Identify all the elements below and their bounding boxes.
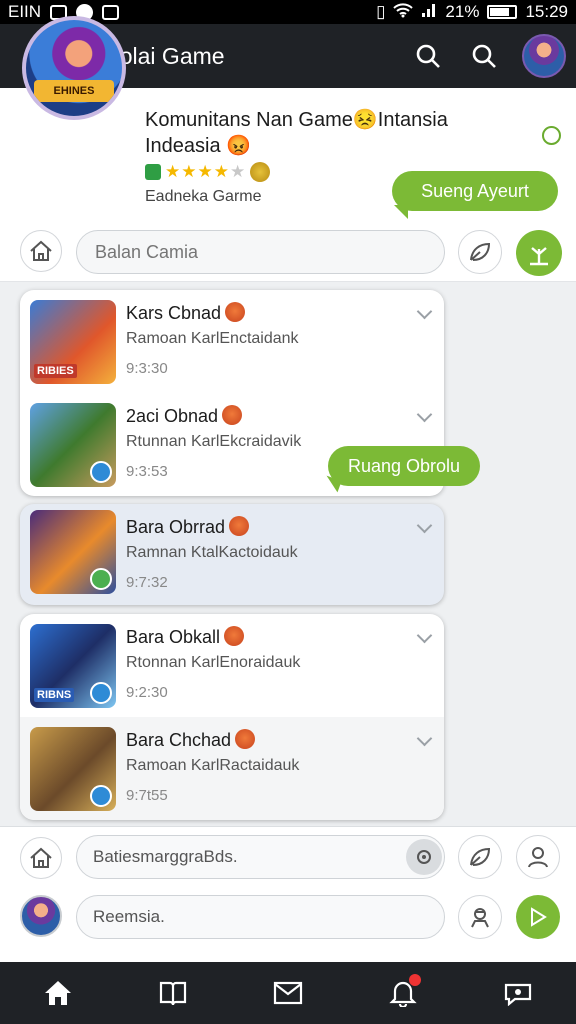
rating-stars: ★ ★ ★ ★ ★	[145, 162, 271, 182]
chat-thumbnail: RIBNS	[30, 624, 116, 708]
star-icon-empty: ★	[230, 162, 246, 181]
chevron-down-icon[interactable]	[416, 517, 433, 534]
chat-name: Bara Obkall	[126, 626, 245, 648]
sticker-button[interactable]	[458, 230, 502, 274]
chat-message: Ramoan KarlRactaidauk	[126, 757, 300, 774]
chat-message: Rtunnan KarlEkcraidavik	[126, 433, 302, 450]
chat-name: Bara Chchad	[126, 729, 256, 751]
chevron-down-icon[interactable]	[416, 730, 433, 747]
plant-button[interactable]	[516, 230, 562, 276]
emoji-icon	[229, 516, 250, 536]
search-icon-secondary[interactable]	[456, 24, 512, 88]
reply-input[interactable]	[76, 895, 445, 939]
community-title: Komunitans Nan Game😣Intansia Indeasia 😡	[145, 107, 485, 159]
chat-icon[interactable]	[488, 962, 548, 1024]
star-icon: ★	[197, 162, 213, 181]
chat-thumbnail	[30, 403, 116, 487]
chat-time: 9:7:32	[126, 574, 168, 591]
home-button[interactable]	[20, 837, 62, 879]
community-subtitle: Eadneka Garme	[145, 188, 262, 205]
community-badge: EHINES	[34, 80, 114, 102]
bottom-tab-bar	[0, 962, 576, 1024]
search-input[interactable]	[76, 230, 445, 274]
status-badge-icon	[90, 682, 112, 704]
emoji-icon	[250, 162, 271, 182]
emoji-icon	[225, 302, 246, 322]
chat-time: 9:3:30	[126, 360, 168, 377]
chat-thumbnail	[30, 510, 116, 594]
emoji-icon	[224, 626, 245, 646]
user-avatar[interactable]	[20, 895, 62, 937]
send-button[interactable]	[516, 895, 560, 939]
mail-icon[interactable]	[258, 962, 318, 1024]
composer	[0, 826, 576, 962]
join-button[interactable]: Sueng Ayeurt	[392, 171, 558, 211]
chat-name: 2aci Obnad	[126, 405, 243, 427]
carrier-label: EIIN	[8, 2, 42, 21]
chat-thumbnail: RIBIES	[30, 300, 116, 384]
status-badge-icon	[90, 461, 112, 483]
chat-thumbnail	[30, 727, 116, 811]
status-badge-icon	[90, 785, 112, 807]
chat-row[interactable]: RIBNS Bara Obkall Rtonnan KarlEnoraidauk…	[20, 614, 444, 717]
character-icon[interactable]	[458, 895, 502, 939]
signal-icon	[421, 2, 437, 23]
wifi-icon	[393, 2, 414, 23]
chat-message: Rtonnan KarlEnoraidauk	[126, 654, 301, 671]
home-button[interactable]	[20, 230, 62, 272]
chat-time: 9:3:53	[126, 463, 168, 480]
bell-icon[interactable]	[373, 962, 433, 1024]
chevron-down-icon[interactable]	[416, 303, 433, 320]
camera-icon[interactable]	[406, 839, 442, 875]
chat-row[interactable]: RIBIES Kars Cbnad Ramoan KarlEnctaidank …	[20, 290, 444, 393]
book-icon[interactable]	[143, 962, 203, 1024]
notification-dot	[409, 974, 422, 986]
chat-card-selected: Bara Obrrad Ramnan KtalKactoidauk 9:7:32	[20, 504, 444, 605]
profile-avatar[interactable]	[512, 24, 576, 88]
rank-icon	[145, 164, 161, 180]
thumbnail-label: RIBIES	[34, 364, 77, 378]
thumbnail-label: RIBNS	[34, 688, 75, 702]
chat-message: Ramoan KarlEnctaidank	[126, 330, 299, 347]
search-icon[interactable]	[400, 24, 456, 88]
emoji-icon	[222, 405, 243, 425]
chat-name: Kars Cbnad	[126, 302, 246, 324]
chevron-down-icon[interactable]	[416, 627, 433, 644]
user-icon[interactable]	[516, 835, 560, 879]
chat-time: 9:2:30	[126, 684, 168, 701]
chat-message: Ramnan KtalKactoidauk	[126, 544, 298, 561]
battery-icon	[487, 5, 518, 19]
room-chat-button[interactable]: Ruang Obrolu	[328, 446, 480, 486]
chat-row[interactable]: Bara Obrrad Ramnan KtalKactoidauk 9:7:32	[20, 504, 444, 605]
chat-time: 9:7t55	[126, 787, 168, 804]
chat-row[interactable]: Bara Chchad Ramoan KarlRactaidauk 9:7t55	[20, 717, 444, 820]
community-title-text: Komunitans Nan Game😣Intansia Indeasia	[145, 109, 448, 157]
vibrate-icon: ▯	[376, 2, 386, 21]
battery-percent: 21%	[445, 2, 480, 21]
star-icon: ★	[181, 162, 197, 181]
star-icon: ★	[213, 162, 229, 181]
clock: 15:29	[525, 2, 568, 21]
community-avatar[interactable]: EHINES	[22, 16, 126, 120]
chevron-down-icon[interactable]	[416, 406, 433, 423]
status-badge-icon	[90, 568, 112, 590]
sticker-button[interactable]	[458, 835, 502, 879]
star-icon: ★	[165, 162, 181, 181]
message-input[interactable]	[76, 835, 445, 879]
chat-card-group: RIBNS Bara Obkall Rtonnan KarlEnoraidauk…	[20, 614, 444, 820]
emoji-icon	[235, 729, 256, 749]
home-icon[interactable]	[28, 962, 88, 1024]
info-icon[interactable]	[542, 126, 561, 145]
package-icon	[102, 4, 120, 20]
chat-name: Bara Obrrad	[126, 516, 250, 538]
community-title-emoji: 😡	[226, 135, 252, 157]
